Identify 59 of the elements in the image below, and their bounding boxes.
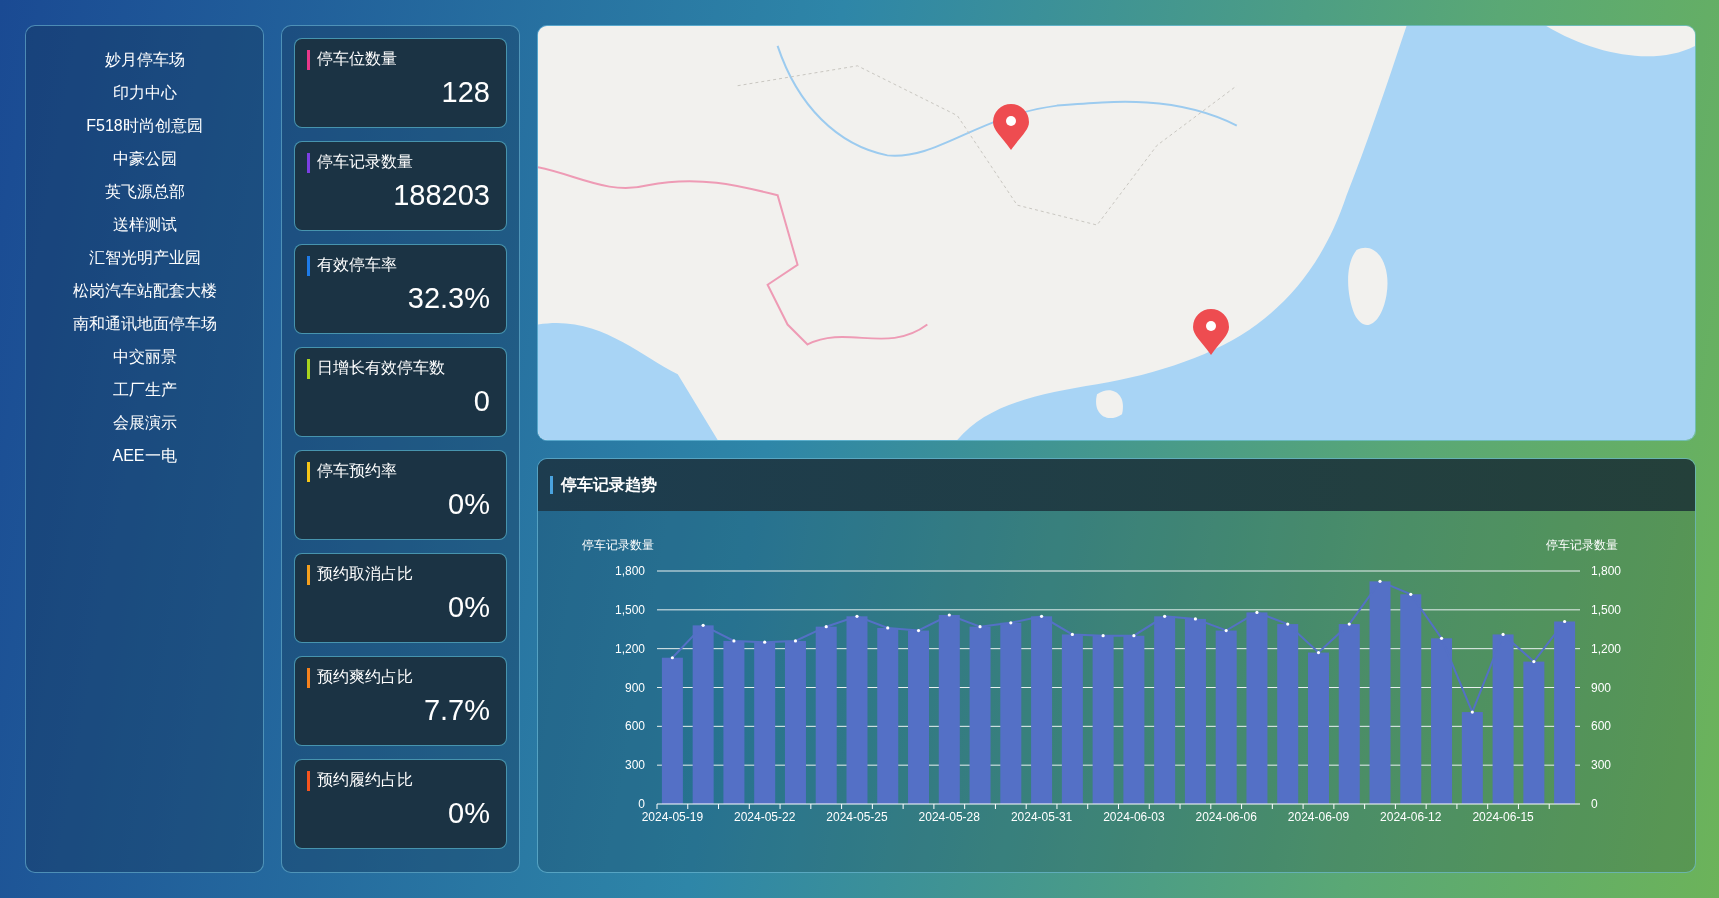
axis-tick-label: 300 xyxy=(624,758,645,773)
stat-label: 预约取消占比 xyxy=(317,564,413,584)
stat-value: 7.7% xyxy=(422,694,490,727)
sidebar-item[interactable]: 汇智光明产业园 xyxy=(82,241,207,274)
axis-tick-label: 2024-06-12 xyxy=(1380,810,1442,824)
axis-tick-label: 1,200 xyxy=(1591,641,1622,656)
sidebar-item[interactable]: 会展演示 xyxy=(106,406,183,439)
map-pin-icon[interactable] xyxy=(1193,309,1229,355)
axis-tick-label: 2024-05-22 xyxy=(734,810,796,824)
axis-tick-label: 2024-06-03 xyxy=(1103,810,1165,824)
stat-value: 32.3% xyxy=(406,282,490,315)
axis-tick-label: 1,500 xyxy=(1591,602,1622,617)
map-pin-icon[interactable] xyxy=(993,104,1029,150)
sidebar-item[interactable]: 中豪公园 xyxy=(106,142,183,175)
axis-tick-label: 0 xyxy=(638,797,645,811)
axis-tick-label: 1,500 xyxy=(614,602,645,617)
title-marker xyxy=(550,476,553,494)
sidebar-item[interactable]: 松岗汽车站配套大楼 xyxy=(66,274,223,307)
stat-label: 停车记录数量 xyxy=(317,152,413,172)
panel-title: 停车记录趋势 xyxy=(561,474,657,495)
sidebar-item[interactable]: 工厂生产 xyxy=(106,373,183,406)
sidebar-item[interactable]: AEE一电 xyxy=(106,439,183,472)
stat-value: 0% xyxy=(447,488,490,521)
sidebar-item[interactable]: F518时尚创意园 xyxy=(80,109,209,142)
stat-value: 128 xyxy=(440,76,490,109)
axis-tick-label: 0 xyxy=(1591,797,1598,811)
stat-value: 0% xyxy=(447,591,490,624)
stat-label: 预约爽约占比 xyxy=(317,667,413,687)
axis-tick-label: 2024-05-25 xyxy=(826,810,888,824)
axis-tick-label: 900 xyxy=(1591,680,1612,695)
sidebar-item[interactable]: 南和通讯地面停车场 xyxy=(66,307,223,340)
stat-label: 有效停车率 xyxy=(317,255,397,275)
stat-value: 188203 xyxy=(392,179,490,212)
axis-tick-label: 2024-06-15 xyxy=(1472,810,1534,824)
axis-tick-label: 2024-05-19 xyxy=(641,810,704,824)
stat-label: 停车预约率 xyxy=(317,461,397,481)
axis-title: 停车记录数量 xyxy=(582,538,654,552)
sidebar-item[interactable]: 中交丽景 xyxy=(106,340,183,373)
sidebar-item[interactable]: 英飞源总部 xyxy=(98,175,191,208)
axis-tick-label: 2024-06-09 xyxy=(1287,810,1350,824)
sidebar-item[interactable]: 印力中心 xyxy=(106,76,183,109)
axis-tick-label: 600 xyxy=(624,719,645,734)
stat-label: 日增长有效停车数 xyxy=(317,358,445,378)
axis-tick-label: 1,800 xyxy=(614,564,645,578)
stat-label: 停车位数量 xyxy=(317,49,397,69)
axis-tick-label: 2024-05-28 xyxy=(918,810,980,824)
axis-tick-label: 1,800 xyxy=(1591,564,1622,578)
axis-tick-label: 300 xyxy=(1591,758,1612,773)
stat-label: 预约履约占比 xyxy=(317,770,413,790)
stat-value: 0 xyxy=(472,385,490,418)
sidebar-item[interactable]: 送样测试 xyxy=(106,208,183,241)
axis-title: 停车记录数量 xyxy=(1546,538,1618,552)
axis-tick-label: 900 xyxy=(624,680,645,695)
axis-tick-label: 2024-05-31 xyxy=(1010,810,1073,824)
sidebar-item[interactable]: 妙月停车场 xyxy=(98,43,191,76)
axis-tick-label: 1,200 xyxy=(614,641,645,656)
axis-tick-label: 600 xyxy=(1591,719,1612,734)
axis-tick-label: 2024-06-06 xyxy=(1195,810,1257,824)
stat-value: 0% xyxy=(447,797,490,830)
